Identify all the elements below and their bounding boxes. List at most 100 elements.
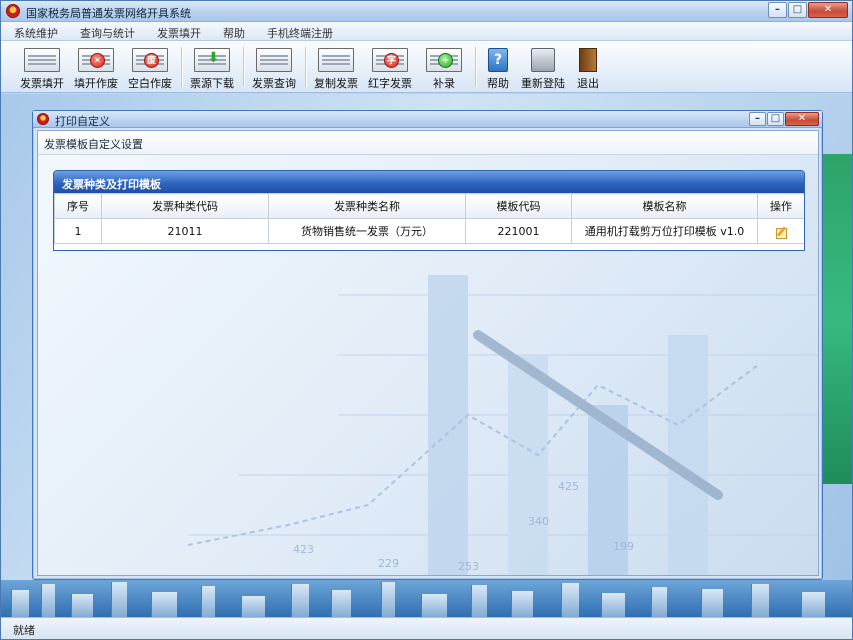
building: [71, 594, 93, 618]
status-text: 就绪: [13, 624, 35, 637]
window-controls: – □ ✕: [768, 2, 848, 18]
cell-action: [757, 218, 804, 244]
menu-bar: 系统维护 查询与统计 发票填开 帮助 手机终端注册: [1, 22, 852, 41]
title-bar: 国家税务局普通发票网络开具系统 – □ ✕: [1, 1, 852, 22]
red-invoice-icon: 字: [372, 48, 408, 72]
dialog-header-text: 发票模板自定义设置: [44, 138, 143, 151]
building: [421, 594, 447, 618]
building: [381, 582, 395, 618]
menu-help[interactable]: 帮助: [210, 22, 254, 41]
download-icon: ⬇: [194, 48, 230, 72]
toolbar-separator: [243, 47, 244, 87]
column-header-index[interactable]: 序号: [54, 193, 102, 219]
edit-icon[interactable]: [775, 226, 787, 239]
toolbar: 发票填开 ✕ 填开作废 废 空白作废 ⬇ 票源下载 发票查询 复制发票 字 红字…: [1, 41, 852, 93]
copy-invoice-button[interactable]: 复制发票: [311, 45, 361, 91]
building: [201, 586, 215, 618]
deco-number: 425: [558, 480, 579, 493]
column-header-template-name[interactable]: 模板名称: [571, 193, 758, 219]
search-invoice-icon: [256, 48, 292, 72]
dialog-window-controls: – □ ✕: [749, 112, 819, 126]
building: [801, 592, 825, 618]
table-header-row: 序号 发票种类代码 发票种类名称 模板代码 模板名称 操作: [54, 193, 804, 219]
download-button[interactable]: ⬇ 票源下载: [187, 45, 237, 91]
invoice-fill-button[interactable]: 发票填开: [17, 45, 67, 91]
building: [151, 592, 177, 618]
building: [561, 583, 579, 618]
building: [241, 596, 265, 618]
copy-invoice-icon: [318, 48, 354, 72]
dialog-close-button[interactable]: ✕: [785, 112, 819, 126]
toolbar-separator: [181, 47, 182, 87]
building: [41, 584, 55, 618]
column-header-type-code[interactable]: 发票种类代码: [101, 193, 269, 219]
dialog-header: 发票模板自定义设置: [38, 131, 818, 155]
print-customize-dialog: 打印自定义 – □ ✕ 发票模板自定义设置 423 340 425 199 25…: [32, 110, 823, 580]
close-button[interactable]: ✕: [808, 2, 848, 18]
cell-template-name: 通用机打载剪万位打印模板 v1.0: [571, 218, 758, 244]
menu-query-statistics[interactable]: 查询与统计: [67, 22, 144, 41]
minimize-button[interactable]: –: [768, 2, 787, 18]
void-blank-button[interactable]: 废 空白作废: [125, 45, 175, 91]
building: [471, 585, 487, 618]
maximize-button[interactable]: □: [788, 2, 807, 18]
deco-bar: [508, 355, 548, 575]
search-invoice-button[interactable]: 发票查询: [249, 45, 299, 91]
dialog-title: 打印自定义: [55, 115, 110, 128]
exit-button[interactable]: 退出: [569, 45, 607, 91]
deco-number: 199: [613, 540, 634, 553]
invoice-template-panel: 发票种类及打印模板 序号 发票种类代码 发票种类名称 模板代码 模板名称 操作: [53, 170, 805, 251]
add-record-button[interactable]: + 补录: [419, 45, 469, 91]
status-bar: 就绪: [1, 617, 852, 639]
close-icon: ✕: [797, 113, 807, 124]
building: [511, 591, 533, 618]
help-icon: ?: [488, 48, 508, 72]
close-icon: ✕: [823, 4, 833, 15]
void-filled-icon: ✕: [78, 48, 114, 72]
invoice-fill-icon: [24, 48, 60, 72]
void-filled-button[interactable]: ✕ 填开作废: [71, 45, 121, 91]
dialog-maximize-button[interactable]: □: [767, 112, 784, 126]
cell-type-code: 21011: [101, 218, 269, 244]
building: [11, 590, 29, 618]
building: [331, 590, 351, 618]
deco-bar: [668, 335, 708, 575]
building: [111, 582, 127, 618]
building: [751, 584, 769, 618]
menu-system-maintenance[interactable]: 系统维护: [1, 22, 67, 41]
relogin-icon: [531, 48, 555, 72]
dialog-title-bar: 打印自定义 – □ ✕: [33, 111, 822, 128]
tax-emblem-icon: [37, 113, 49, 125]
dialog-minimize-button[interactable]: –: [749, 112, 766, 126]
column-header-template-code[interactable]: 模板代码: [465, 193, 572, 219]
app-title: 国家税务局普通发票网络开具系统: [26, 7, 191, 20]
template-table: 序号 发票种类代码 发票种类名称 模板代码 模板名称 操作 1 21011 货物: [54, 193, 804, 244]
toolbar-separator: [475, 47, 476, 87]
cell-index: 1: [54, 218, 102, 244]
void-blank-icon: 废: [132, 48, 168, 72]
deco-number: 340: [528, 515, 549, 528]
building: [701, 589, 723, 618]
deco-bar: [428, 275, 468, 575]
cell-type-name: 货物销售统一发票（万元）: [268, 218, 466, 244]
minimize-icon: –: [755, 113, 760, 124]
column-header-action[interactable]: 操作: [757, 193, 804, 219]
relogin-button[interactable]: 重新登陆: [519, 45, 567, 91]
building: [651, 587, 667, 618]
help-button[interactable]: ? 帮助: [479, 45, 517, 91]
maximize-icon: □: [770, 113, 781, 124]
dialog-body: 发票模板自定义设置 423 340 425 199 253 229 发票种类及打…: [37, 130, 819, 576]
cell-template-code: 221001: [465, 218, 572, 244]
building: [601, 593, 625, 618]
red-invoice-button[interactable]: 字 红字发票: [365, 45, 415, 91]
minimize-icon: –: [775, 4, 780, 15]
toolbar-separator: [305, 47, 306, 87]
column-header-type-name[interactable]: 发票种类名称: [268, 193, 466, 219]
building: [291, 584, 309, 618]
table-row[interactable]: 1 21011 货物销售统一发票（万元） 221001 通用机打载剪万位打印模板…: [54, 218, 804, 244]
add-record-icon: +: [426, 48, 462, 72]
menu-invoice-issue[interactable]: 发票填开: [144, 22, 210, 41]
deco-number: 423: [293, 543, 314, 556]
menu-mobile-register[interactable]: 手机终端注册: [254, 22, 342, 41]
tax-emblem-icon: [6, 4, 20, 18]
